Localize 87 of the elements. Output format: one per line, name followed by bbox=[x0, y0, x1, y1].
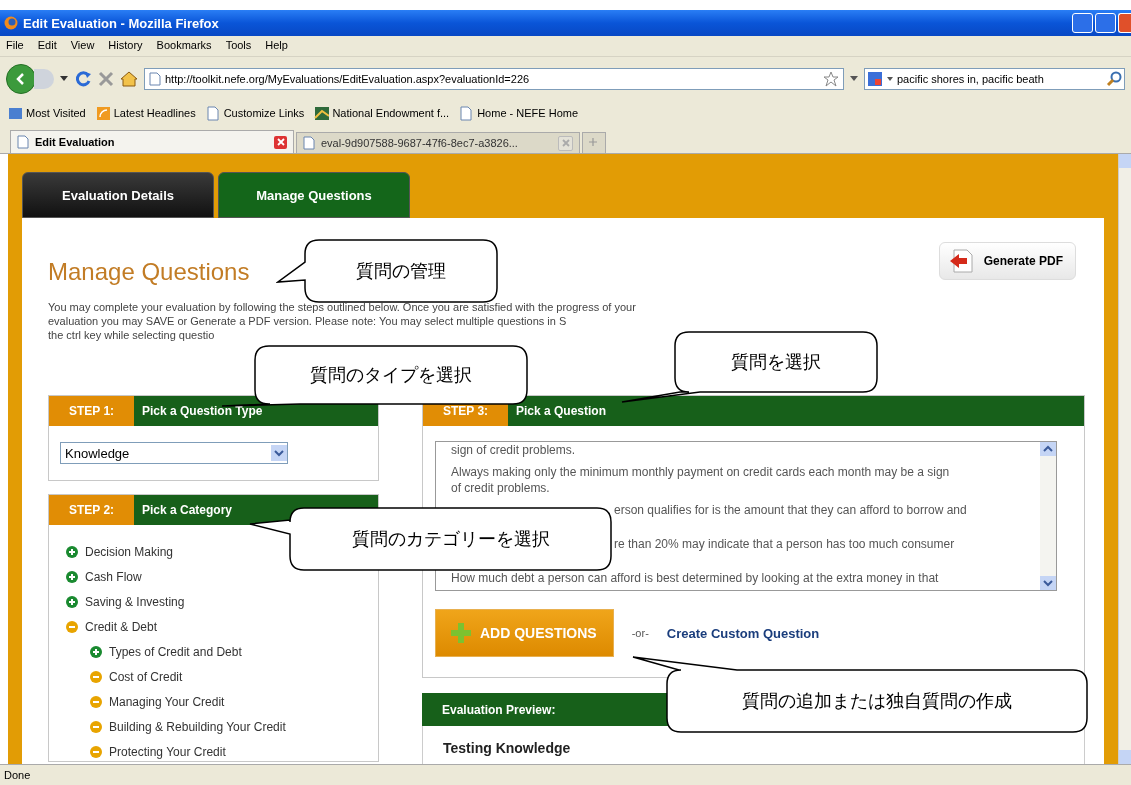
minimize-button[interactable] bbox=[1072, 13, 1093, 33]
step-label: STEP 2: bbox=[49, 495, 134, 525]
site-icon bbox=[314, 105, 330, 121]
search-engine-icon bbox=[867, 71, 883, 87]
back-button[interactable] bbox=[6, 64, 36, 94]
scroll-up-icon bbox=[1040, 442, 1056, 456]
menu-item[interactable]: File bbox=[6, 39, 24, 53]
bookmark-link[interactable]: Latest Headlines bbox=[95, 105, 196, 121]
close-icon bbox=[276, 138, 285, 146]
question-option[interactable]: How much debt a person can afford is best determined by looking at the extra money in that bbox=[451, 570, 1030, 586]
arrow-left-icon bbox=[15, 73, 27, 85]
browser-tab[interactable]: eval-9d907588-9687-47f6-8ec7-a3826... bbox=[296, 132, 580, 153]
menu-item[interactable]: Edit bbox=[37, 39, 57, 53]
scrollbar[interactable] bbox=[1118, 154, 1131, 764]
category-item[interactable]: Saving & Investing bbox=[85, 595, 185, 609]
caret-icon[interactable] bbox=[850, 76, 858, 82]
plus-circle-icon[interactable] bbox=[65, 595, 79, 609]
reload-icon[interactable] bbox=[74, 70, 92, 88]
page-icon bbox=[303, 136, 315, 150]
search-icon[interactable] bbox=[1106, 71, 1122, 87]
scroll-down-icon bbox=[1040, 576, 1056, 590]
category-item[interactable]: Cash Flow bbox=[85, 570, 142, 584]
bookmark-link[interactable]: National Endowment f... bbox=[314, 105, 450, 121]
plus-icon bbox=[450, 622, 472, 644]
maximize-button[interactable] bbox=[1095, 13, 1116, 33]
question-option[interactable]: erson qualifies for is the amount that they can afford to borrow and bbox=[614, 502, 1030, 518]
bookmark-link[interactable]: Customize Links bbox=[205, 105, 305, 121]
page-tab[interactable]: Manage Questions bbox=[218, 172, 410, 218]
rss-icon bbox=[95, 105, 111, 121]
stop-icon[interactable] bbox=[98, 71, 114, 87]
intro-text: the ctrl key while selecting questio bbox=[48, 328, 216, 342]
tab-close-button[interactable] bbox=[274, 135, 287, 149]
minus-circle-icon[interactable] bbox=[89, 695, 103, 709]
menu-item[interactable]: View bbox=[70, 39, 95, 53]
speech-bubble: 質問の追加または独自質問の作成 bbox=[631, 655, 1089, 734]
menu-item[interactable]: Tools bbox=[225, 39, 252, 53]
or-text: -or- bbox=[631, 627, 649, 639]
caret-icon[interactable] bbox=[60, 76, 68, 82]
category-item[interactable]: Managing Your Credit bbox=[109, 695, 225, 709]
question-option[interactable]: sign of credit problems. bbox=[451, 442, 1030, 458]
question-type-dropdown[interactable]: Knowledge bbox=[60, 442, 288, 464]
scrollbar[interactable] bbox=[1040, 442, 1056, 590]
question-option[interactable]: of credit problems. bbox=[451, 480, 1030, 496]
menu-item[interactable]: Bookmarks bbox=[156, 39, 212, 53]
create-custom-question-link[interactable]: Create Custom Question bbox=[666, 625, 820, 641]
step-title: Pick a Question bbox=[508, 396, 1084, 426]
home-icon[interactable] bbox=[120, 71, 138, 87]
menu-item[interactable]: History bbox=[108, 39, 143, 53]
category-item[interactable]: Decision Making bbox=[85, 545, 174, 559]
window-title: Edit Evaluation - Mozilla Firefox bbox=[23, 15, 220, 31]
category-item[interactable]: Credit & Debt bbox=[85, 620, 158, 634]
caret-icon bbox=[887, 76, 893, 82]
question-option[interactable]: Always making only the minimum monthly payment on credit cards each month may be a sign bbox=[451, 464, 1030, 480]
browser-tab[interactable]: Edit Evaluation bbox=[10, 130, 294, 153]
category-item[interactable]: Protecting Your Credit bbox=[109, 745, 226, 759]
category-item[interactable]: Cost of Credit bbox=[109, 670, 183, 684]
close-icon bbox=[561, 139, 570, 147]
bookmark-link[interactable]: Most Visited bbox=[8, 105, 86, 121]
search-field[interactable]: pacific shores in, pacific beath bbox=[864, 68, 1125, 90]
step-label: STEP 1: bbox=[49, 396, 134, 426]
intro-text: evaluation you may SAVE or Generate a PDF version. Please note: You may select multiple questions in S bbox=[48, 314, 568, 328]
plus-circle-icon[interactable] bbox=[65, 545, 79, 559]
page-icon bbox=[149, 72, 161, 86]
minus-circle-icon[interactable] bbox=[65, 620, 79, 634]
generate-pdf-button[interactable]: Generate PDF bbox=[938, 242, 1076, 280]
category-item[interactable]: Building & Rebuilding Your Credit bbox=[109, 720, 286, 734]
speech-bubble: 質問を選択 bbox=[620, 330, 879, 404]
page-icon bbox=[205, 105, 221, 121]
page-icon bbox=[459, 105, 475, 121]
page-tab[interactable]: Evaluation Details bbox=[22, 172, 214, 218]
category-item[interactable]: Types of Credit and Debt bbox=[109, 645, 242, 659]
minus-circle-icon[interactable] bbox=[89, 720, 103, 734]
star-icon[interactable] bbox=[823, 71, 839, 87]
close-button[interactable] bbox=[1118, 13, 1131, 33]
plus-circle-icon[interactable] bbox=[65, 570, 79, 584]
question-option[interactable]: re than 20% may indicate that a person has too much consumer bbox=[614, 536, 1030, 552]
minus-circle-icon[interactable] bbox=[89, 670, 103, 684]
page-heading: Manage Questions bbox=[48, 258, 250, 286]
menu-item[interactable]: Help bbox=[265, 39, 288, 53]
firefox-logo-icon bbox=[4, 16, 18, 30]
status-text: Done bbox=[4, 769, 31, 781]
bookmark-link[interactable]: Home - NEFE Home bbox=[459, 105, 579, 121]
plus-circle-icon[interactable] bbox=[89, 645, 103, 659]
address-field[interactable]: http://toolkit.nefe.org/MyEvaluations/EditEvaluation.aspx?evaluationId=226 bbox=[144, 68, 844, 90]
folder-icon bbox=[8, 105, 23, 121]
page-icon bbox=[17, 135, 29, 149]
minus-circle-icon[interactable] bbox=[89, 745, 103, 759]
